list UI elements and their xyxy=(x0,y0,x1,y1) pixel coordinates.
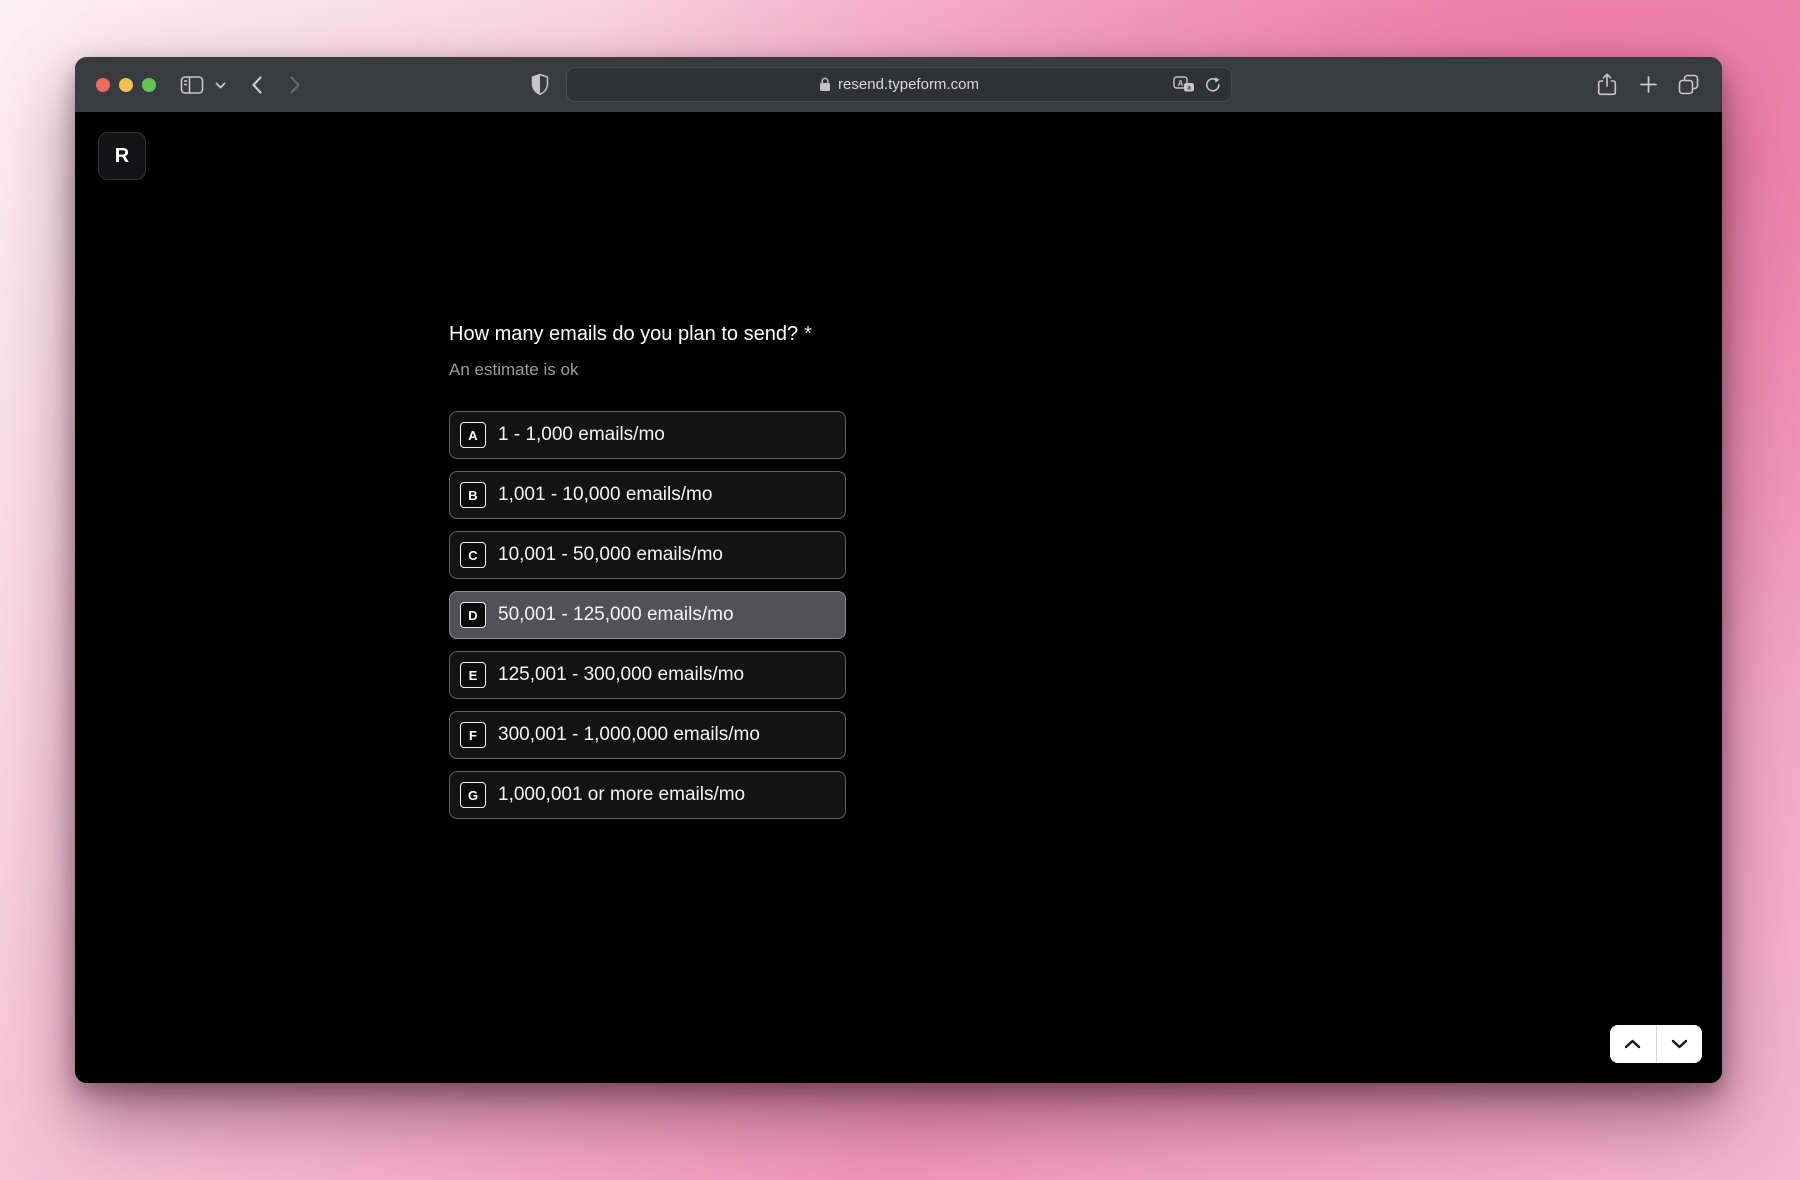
new-tab-icon[interactable] xyxy=(1639,75,1658,94)
options-list: A 1 - 1,000 emails/mo B 1,001 - 10,000 e… xyxy=(449,411,846,819)
option-label: 10,001 - 50,000 emails/mo xyxy=(498,544,723,566)
chevron-down-icon xyxy=(1671,1039,1688,1049)
logo-letter: R xyxy=(115,145,129,168)
required-marker: * xyxy=(804,323,812,345)
option-label: 300,001 - 1,000,000 emails/mo xyxy=(498,724,760,746)
key-badge: A xyxy=(460,422,486,448)
minimize-button[interactable] xyxy=(119,78,133,92)
option-label: 125,001 - 300,000 emails/mo xyxy=(498,664,744,686)
translate-icon[interactable]: A a xyxy=(1173,76,1195,93)
back-icon[interactable] xyxy=(251,75,263,95)
desktop-background: resend.typeform.com A a xyxy=(0,0,1800,1180)
key-badge: C xyxy=(460,542,486,568)
question-subtitle: An estimate is ok xyxy=(449,358,846,382)
zoom-button[interactable] xyxy=(142,78,156,92)
share-icon[interactable] xyxy=(1597,72,1617,97)
option-g[interactable]: G 1,000,001 or more emails/mo xyxy=(449,771,846,819)
tabs-icon[interactable] xyxy=(1677,73,1700,96)
option-f[interactable]: F 300,001 - 1,000,000 emails/mo xyxy=(449,711,846,759)
option-b[interactable]: B 1,001 - 10,000 emails/mo xyxy=(449,471,846,519)
browser-window: resend.typeform.com A a xyxy=(75,57,1722,1083)
next-question-button[interactable] xyxy=(1656,1025,1702,1063)
chevron-up-icon xyxy=(1624,1039,1641,1049)
key-badge: D xyxy=(460,602,486,628)
key-badge: G xyxy=(460,782,486,808)
svg-text:A: A xyxy=(1178,79,1184,88)
option-label: 50,001 - 125,000 emails/mo xyxy=(498,604,734,626)
sidebar-icon[interactable] xyxy=(180,75,204,95)
option-label: 1,000,001 or more emails/mo xyxy=(498,784,745,806)
option-e[interactable]: E 125,001 - 300,000 emails/mo xyxy=(449,651,846,699)
previous-question-button[interactable] xyxy=(1610,1025,1656,1063)
forward-icon xyxy=(289,75,301,95)
option-d[interactable]: D 50,001 - 125,000 emails/mo xyxy=(449,591,846,639)
key-badge: F xyxy=(460,722,486,748)
lock-icon xyxy=(819,77,831,92)
question-block: How many emails do you plan to send?* An… xyxy=(449,320,846,831)
option-c[interactable]: C 10,001 - 50,000 emails/mo xyxy=(449,531,846,579)
reload-icon[interactable] xyxy=(1205,76,1221,93)
question-title: How many emails do you plan to send?* xyxy=(449,320,846,348)
key-badge: E xyxy=(460,662,486,688)
chevron-down-icon[interactable] xyxy=(215,82,226,89)
svg-text:a: a xyxy=(1187,85,1191,92)
form-navigation xyxy=(1610,1025,1702,1063)
option-label: 1 - 1,000 emails/mo xyxy=(498,424,665,446)
key-badge: B xyxy=(460,482,486,508)
typeform-page: R How many emails do you plan to send?* … xyxy=(75,112,1722,1083)
browser-toolbar: resend.typeform.com A a xyxy=(75,57,1722,112)
address-bar[interactable]: resend.typeform.com A a xyxy=(566,67,1232,102)
option-label: 1,001 - 10,000 emails/mo xyxy=(498,484,712,506)
shield-icon[interactable] xyxy=(531,73,549,96)
close-button[interactable] xyxy=(96,78,110,92)
resend-logo: R xyxy=(98,132,146,180)
url-text: resend.typeform.com xyxy=(838,76,979,93)
option-a[interactable]: A 1 - 1,000 emails/mo xyxy=(449,411,846,459)
